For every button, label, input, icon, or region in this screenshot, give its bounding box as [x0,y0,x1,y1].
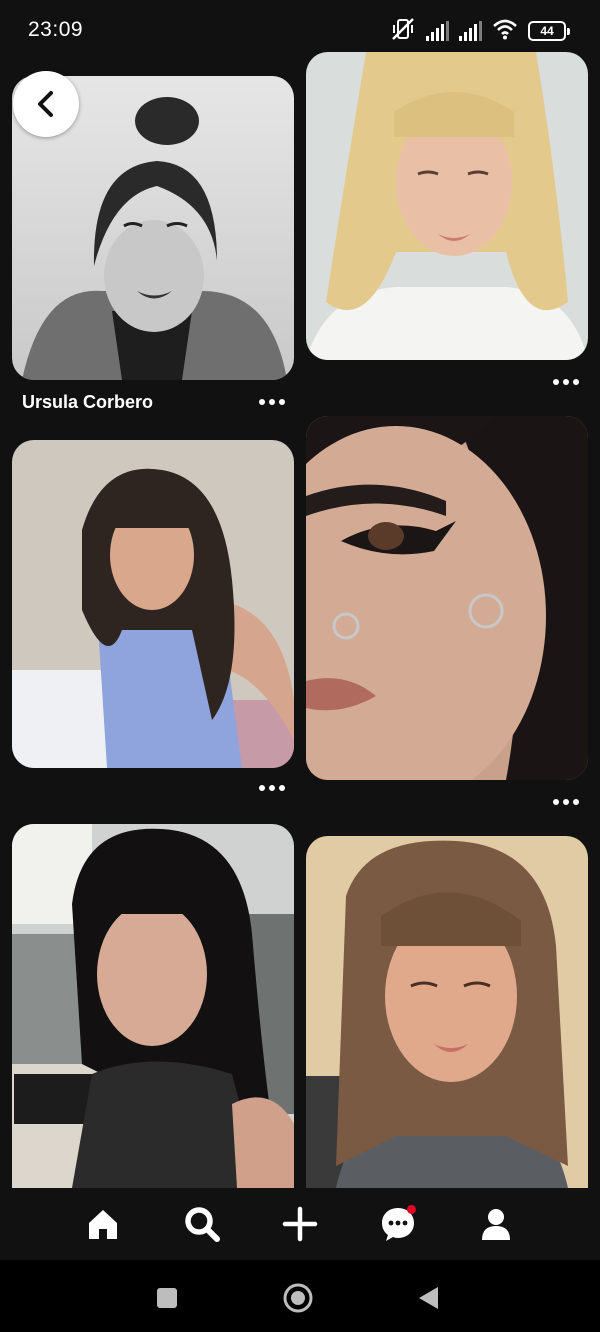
status-time: 23:09 [28,18,84,41]
back-button[interactable] [13,71,79,137]
pin-image[interactable] [12,440,294,768]
bottom-navigation [0,1190,600,1260]
profile-icon [482,1209,510,1240]
chevron-left-icon [38,91,53,117]
nav-create[interactable] [272,1198,328,1250]
pin-image[interactable] [306,836,588,1188]
search-icon [185,1207,220,1242]
circle-icon [283,1283,313,1313]
more-options-icon[interactable] [553,378,579,386]
pin-image[interactable] [306,52,588,360]
triangle-back-icon [419,1287,438,1309]
status-icons: 44 [390,17,570,46]
pin-image[interactable] [306,416,588,780]
pin-title[interactable]: Ursula Corbero [22,392,153,413]
nav-messages[interactable] [370,1198,426,1250]
nav-home[interactable] [75,1198,131,1250]
nav-search[interactable] [174,1198,230,1250]
nav-profile[interactable] [468,1198,524,1250]
signal-icon [426,21,449,41]
battery-icon: 44 [528,21,570,41]
system-back-button[interactable] [408,1278,448,1318]
create-icon [282,1206,318,1242]
system-navigation-bar [0,1260,600,1332]
more-options-icon[interactable] [259,398,285,406]
muted-vibrate-icon [390,17,416,46]
more-options-icon[interactable] [259,784,285,792]
home-button[interactable] [278,1278,318,1318]
signal-icon [459,21,482,41]
more-options-icon[interactable] [553,798,579,806]
recents-button[interactable] [147,1278,187,1318]
status-bar: 23:09 44 [0,0,600,60]
square-icon [157,1288,177,1308]
home-icon [89,1210,117,1239]
wifi-icon [492,18,518,45]
pin-image[interactable] [12,824,294,1188]
notification-badge [407,1205,416,1214]
